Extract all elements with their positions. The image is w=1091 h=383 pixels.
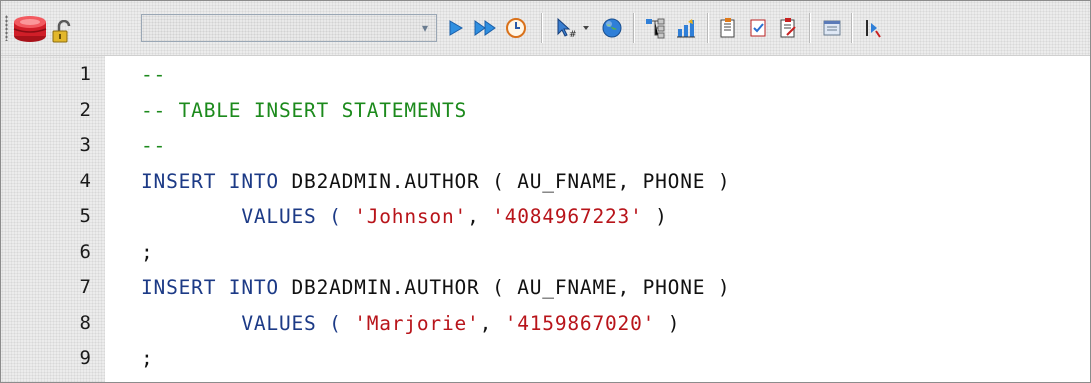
toolbar-separator [633,13,635,43]
query-combo[interactable]: ▾ [141,14,437,42]
lock-icon[interactable] [49,19,75,45]
chart-icon[interactable] [671,13,701,43]
string-token: 'Marjorie' [354,311,480,335]
line-number: 6 [79,240,91,263]
code-line[interactable]: -- [141,63,166,86]
code-line[interactable]: VALUES ( 'Marjorie', '4159867020' ) [141,312,680,335]
toolbar-separator [851,13,853,43]
code-token: ; [141,240,154,264]
line-number: 5 [79,205,91,227]
doc-icon[interactable] [713,13,743,43]
line-number: 9 [79,347,91,369]
code-line[interactable]: ; [141,347,154,370]
panel-icon[interactable] [817,13,847,43]
cursor-add-icon[interactable]: # [553,13,597,43]
code-token: ) [655,311,681,335]
keyword-token: VALUES ( [141,205,355,228]
run-icon[interactable] [441,13,471,43]
keyword-token: INSERT INTO [141,169,292,193]
code-token: DB2ADMIN.AUTHOR ( AU_FNAME, PHONE ) [291,276,731,299]
toolbar-separator [707,13,709,43]
clock-icon[interactable] [501,13,531,43]
chevron-down-icon[interactable]: ▾ [414,15,436,41]
code-line[interactable]: ; [141,241,154,264]
toolbar-separator [541,13,543,43]
globe-icon[interactable] [597,13,627,43]
code-token: DB2ADMIN.AUTHOR ( AU_FNAME, PHONE ) [291,169,731,193]
svg-text:#: # [569,30,577,39]
toolbar: ▾ # [1,1,1090,56]
keyword-token: INSERT INTO [141,276,292,299]
string-token: 'Johnson' [354,205,468,228]
sql-editor-window: ▾ # 1 -- 2 -- TABLE INSERT STATEMENTS 3 … [0,0,1091,383]
code-line[interactable]: INSERT INTO DB2ADMIN.AUTHOR ( AU_FNAME, … [141,170,730,193]
line-number: 3 [79,134,91,156]
keyword-token: VALUES ( [141,311,355,335]
code-line[interactable]: INSERT INTO DB2ADMIN.AUTHOR ( AU_FNAME, … [141,276,730,299]
line-number: 4 [79,169,91,192]
run-all-icon[interactable] [471,13,501,43]
database-icon[interactable] [11,11,49,45]
check-doc-icon[interactable] [743,13,773,43]
line-number: 2 [79,98,91,121]
comment-token: -- [141,134,167,157]
code-line[interactable]: -- [141,134,166,157]
code-line[interactable]: -- TABLE INSERT STATEMENTS [141,99,467,122]
doc-edit-icon[interactable] [773,13,803,43]
line-number: 1 [79,63,91,85]
string-token: '4084967223' [492,205,643,228]
code-line[interactable]: VALUES ( 'Johnson', '4084967223' ) [141,205,668,228]
line-number: 7 [79,276,91,298]
code-token: ; [141,347,154,370]
toolbar-separator [809,13,811,43]
comment-token: -- TABLE INSERT STATEMENTS [141,98,468,122]
tree-icon[interactable] [641,13,671,43]
code-token: , [479,311,505,335]
step-icon[interactable] [857,13,887,43]
code-token: , [467,205,493,228]
line-number: 8 [79,311,91,334]
code-token: ) [642,205,668,228]
comment-token: -- [141,63,167,86]
toolbar-grip[interactable] [5,15,8,41]
string-token: '4159867020' [504,311,656,335]
